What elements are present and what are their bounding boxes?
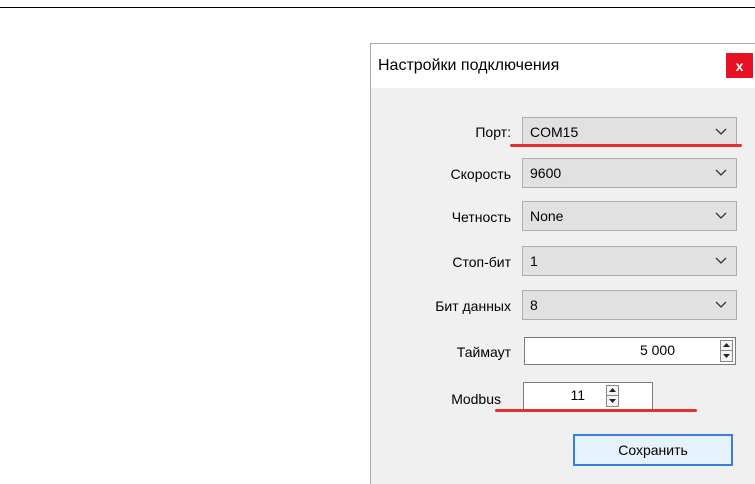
speed-value: 9600 bbox=[530, 165, 562, 181]
chevron-down-icon bbox=[715, 128, 727, 135]
close-button[interactable]: x bbox=[726, 53, 753, 78]
chevron-down-icon bbox=[715, 169, 727, 176]
stop-bits-select[interactable]: 1 bbox=[522, 246, 737, 276]
parity-label: Четность bbox=[451, 209, 511, 225]
modbus-highlight-underline bbox=[495, 409, 697, 412]
connection-settings-dialog: Настройки подключения x Порт: COM15 Скор… bbox=[370, 43, 755, 484]
save-button[interactable]: Сохранить bbox=[573, 434, 733, 466]
close-icon: x bbox=[735, 57, 744, 74]
down-arrow-icon bbox=[723, 354, 730, 358]
data-bits-value: 8 bbox=[530, 297, 538, 313]
modbus-value: 11 bbox=[570, 387, 585, 403]
stop-bits-value: 1 bbox=[530, 253, 538, 269]
chevron-down-icon bbox=[715, 212, 727, 219]
top-rule bbox=[0, 7, 755, 8]
up-arrow-icon bbox=[723, 343, 730, 347]
speed-select[interactable]: 9600 bbox=[522, 158, 737, 188]
dialog-title: Настройки подключения bbox=[378, 57, 560, 74]
chevron-down-icon bbox=[715, 257, 727, 264]
title-bar: Настройки подключения x bbox=[371, 44, 755, 88]
port-highlight-underline bbox=[510, 144, 742, 147]
parity-value: None bbox=[530, 208, 564, 224]
parity-select[interactable]: None bbox=[522, 201, 737, 231]
speed-label: Скорость bbox=[450, 166, 511, 182]
data-bits-label: Бит данных bbox=[435, 298, 511, 314]
timeout-spinbox[interactable]: 5 000 bbox=[524, 337, 736, 365]
data-bits-select[interactable]: 8 bbox=[522, 290, 737, 320]
stop-bits-label: Стоп-бит bbox=[452, 254, 511, 270]
modbus-label: Modbus bbox=[451, 391, 501, 407]
port-value: COM15 bbox=[530, 124, 579, 140]
port-label: Порт: bbox=[475, 124, 511, 140]
modbus-spin-arrows[interactable] bbox=[606, 385, 619, 407]
timeout-label: Таймаут bbox=[456, 344, 511, 360]
timeout-spin-arrows[interactable] bbox=[720, 340, 733, 362]
modbus-spinbox[interactable]: 11 bbox=[523, 382, 653, 410]
timeout-value: 5 000 bbox=[639, 342, 675, 358]
up-arrow-icon bbox=[609, 388, 616, 392]
port-select[interactable]: COM15 bbox=[522, 117, 737, 147]
down-arrow-icon bbox=[609, 399, 616, 403]
chevron-down-icon bbox=[715, 301, 727, 308]
